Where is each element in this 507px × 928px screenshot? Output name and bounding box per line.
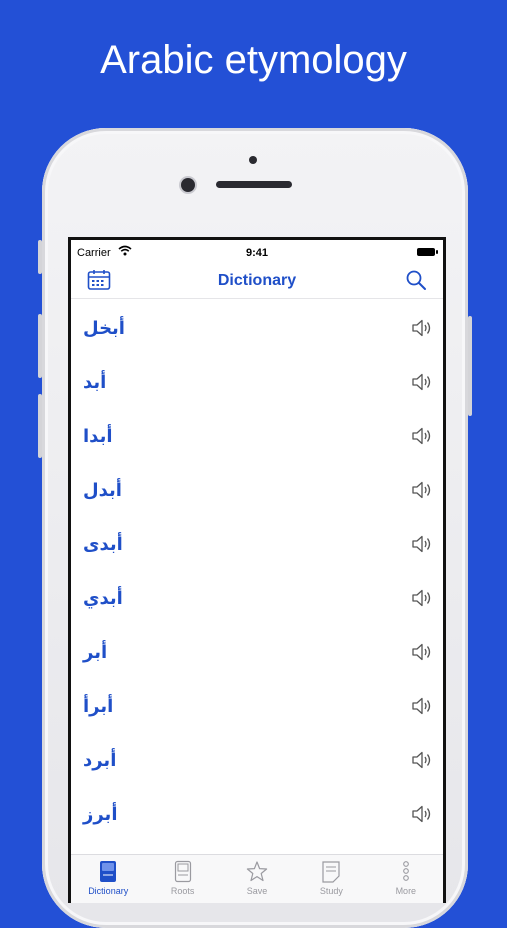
study-note-icon — [322, 861, 341, 883]
speaker-icon[interactable] — [411, 286, 433, 289]
front-camera — [181, 178, 195, 192]
volume-down-button — [38, 394, 42, 458]
tab-label: Save — [246, 886, 268, 896]
list-item[interactable]: أبدا — [71, 410, 443, 464]
speaker-icon[interactable] — [411, 642, 433, 667]
tab-bar: Dictionary Roots Save Study More — [71, 854, 443, 903]
star-icon — [246, 861, 268, 882]
front-sensor — [249, 156, 257, 164]
list-item[interactable]: أبدي — [71, 572, 443, 626]
tab-label: Roots — [170, 886, 195, 896]
tab-dictionary[interactable]: Dictionary — [71, 855, 145, 903]
roots-book-icon — [174, 860, 191, 883]
power-button — [468, 316, 472, 416]
speaker-icon[interactable] — [411, 534, 433, 559]
speaker-icon[interactable] — [411, 804, 433, 829]
word-label: أبد — [83, 372, 107, 393]
word-label: أبر — [83, 642, 108, 663]
speaker-icon[interactable] — [411, 372, 433, 397]
earpiece-speaker — [216, 181, 292, 188]
more-dots-icon — [402, 861, 409, 881]
promo-headline: Arabic etymology — [100, 38, 407, 82]
word-label: أبدل — [83, 480, 122, 501]
list-item[interactable]: أبدل — [71, 464, 443, 518]
word-list[interactable]: أبحر أبخل أبد أبدا أبدل أبدى أبدي أبر أبرأ أبرد أب… — [71, 286, 443, 856]
word-label: أبدي — [83, 588, 123, 609]
volume-up-button — [38, 314, 42, 378]
tab-save[interactable]: Save — [220, 855, 294, 903]
list-item[interactable]: أبرز — [71, 788, 443, 842]
tab-study[interactable]: Study — [294, 855, 368, 903]
tab-label: Dictionary — [88, 886, 129, 896]
word-label: أبرز — [83, 804, 118, 825]
list-item[interactable]: أبد — [71, 356, 443, 410]
speaker-icon[interactable] — [411, 318, 433, 343]
speaker-icon[interactable] — [411, 426, 433, 451]
tab-label: Study — [319, 886, 343, 896]
word-label: أبخل — [83, 318, 125, 339]
word-label: أبرأ — [83, 696, 114, 717]
status-time: 9:41 — [245, 247, 269, 259]
book-icon — [100, 861, 117, 882]
list-item[interactable]: أبخل — [71, 302, 443, 356]
list-item[interactable]: أبرد — [71, 734, 443, 788]
list-item[interactable]: أبر — [71, 626, 443, 680]
tab-roots[interactable]: Roots — [145, 855, 219, 903]
speaker-icon[interactable] — [411, 588, 433, 613]
status-bar: Carrier 9:41 — [71, 240, 443, 266]
list-item[interactable]: أبحر — [71, 286, 443, 302]
word-label: أبدى — [83, 534, 123, 555]
word-label: أبرد — [83, 750, 117, 771]
tab-more[interactable]: More — [369, 855, 443, 903]
list-item[interactable]: أبدى — [71, 518, 443, 572]
speaker-icon[interactable] — [411, 480, 433, 505]
tab-label: More — [395, 886, 417, 896]
list-item[interactable]: أبرأ — [71, 680, 443, 734]
word-label: أبدا — [83, 426, 113, 447]
mute-switch — [38, 240, 42, 274]
app-screen: Carrier 9:41 Dictionary أبحرأبخلأبدأبداأ… — [68, 237, 446, 903]
battery-icon — [417, 248, 438, 256]
speaker-icon[interactable] — [411, 750, 433, 775]
speaker-icon[interactable] — [411, 696, 433, 721]
